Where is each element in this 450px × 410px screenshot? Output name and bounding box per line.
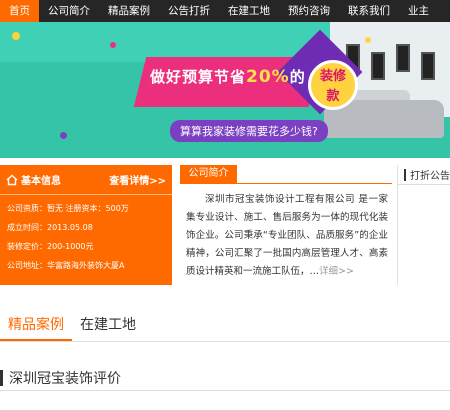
hero-banner[interactable]: 做好预算节省20%的 装修 款 算算我家装修需要花多少钱? [0, 22, 450, 158]
case-tabs: 精品案例 在建工地 [0, 312, 450, 342]
confetti-dot [12, 32, 20, 40]
badge-line-2: 款 [326, 89, 340, 104]
tab-featured-cases[interactable]: 精品案例 [0, 312, 72, 341]
nav-item-construction-sites[interactable]: 在建工地 [219, 0, 279, 22]
banner-cta[interactable]: 算算我家装修需要花多少钱? [170, 120, 328, 142]
info-row-address: 公司地址：华富路海外装饰大厦A [7, 261, 125, 270]
view-details-link[interactable]: 查看详情>> [109, 172, 166, 187]
confetti-dot [365, 37, 371, 43]
headline-text-end: 的 [289, 68, 306, 86]
notice-header: 打折公告 [398, 165, 450, 185]
notice-title[interactable]: 打折公告 [410, 167, 450, 182]
headline-text: 做好预算节省 [150, 68, 247, 86]
discount-notice-panel: 打折公告 [397, 165, 450, 285]
title-marker [404, 168, 406, 181]
wall-frame-icon [396, 44, 410, 72]
info-row-founded: 成立时间：2013.05.08 [7, 223, 93, 232]
nav-item-promotions[interactable]: 公告打折 [159, 0, 219, 22]
nav-item-home[interactable]: 首页 [0, 0, 39, 22]
confetti-dot [110, 42, 116, 48]
company-intro-panel: 公司简介 深圳市冠宝装饰设计工程有限公司 是一家集专业设计、施工、售后服务为一体… [180, 165, 392, 285]
nav-item-appointment[interactable]: 预约咨询 [279, 0, 339, 22]
basic-info-list: 公司资质：暂无 注册资本：500万 成立时间：2013.05.08 装修定价：2… [0, 195, 172, 279]
evaluation-title: 深圳冠宝装饰评价 [9, 370, 121, 387]
nav-item-contact[interactable]: 联系我们 [339, 0, 399, 22]
company-intro-text: 深圳市冠宝装饰设计工程有限公司 是一家集专业设计、施工、售后服务为一体的现代化装… [180, 191, 392, 281]
basic-info-title: 基本信息 [21, 176, 61, 187]
wall-frame-icon [421, 52, 435, 80]
intro-divider [180, 183, 392, 184]
headline-percent: 20% [246, 67, 290, 87]
basic-info-header: 基本信息 查看详情>> [0, 165, 172, 195]
badge-line-1: 装修 [319, 69, 346, 84]
info-row-pricing: 装修定价：200-1000元 [7, 242, 94, 251]
tab-construction-sites[interactable]: 在建工地 [72, 312, 144, 341]
evaluation-section-header: 深圳冠宝装饰评价 [0, 365, 450, 391]
basic-info-panel: 基本信息 查看详情>> 公司资质：暂无 注册资本：500万 成立时间：2013.… [0, 165, 172, 285]
nav-item-company-intro[interactable]: 公司简介 [39, 0, 99, 22]
banner-badge: 装修 款 [308, 60, 358, 110]
wall-frame-icon [371, 52, 385, 80]
title-marker [0, 369, 3, 386]
tab-company-intro[interactable]: 公司简介 [180, 165, 237, 183]
nav-item-featured-cases[interactable]: 精品案例 [99, 0, 159, 22]
confetti-dot [60, 132, 67, 139]
home-icon [6, 174, 18, 185]
intro-paragraph: 深圳市冠宝装饰设计工程有限公司 是一家集专业设计、施工、售后服务为一体的现代化装… [186, 194, 388, 277]
top-nav: 首页 公司简介 精品案例 公告打折 在建工地 预约咨询 联系我们 业主 [0, 0, 450, 22]
info-row-qualification: 公司资质：暂无 注册资本：500万 [7, 204, 129, 213]
nav-item-owners[interactable]: 业主 [399, 0, 438, 22]
intro-more-link[interactable]: 详细>> [319, 266, 354, 277]
banner-headline: 做好预算节省20%的 [150, 66, 306, 87]
